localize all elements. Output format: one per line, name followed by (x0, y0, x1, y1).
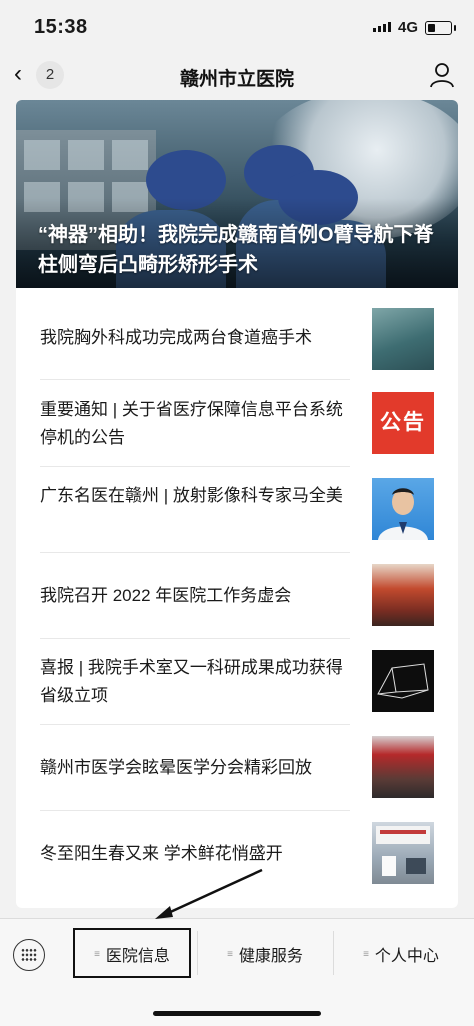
article-thumbnail (372, 822, 434, 884)
article-thumbnail (372, 564, 434, 626)
hero-banner[interactable]: “神器”相助！我院完成赣南首例O臂导航下脊柱侧弯后凸畸形矫形手术 (16, 100, 458, 288)
article-thumbnail (372, 478, 434, 540)
doctor-portrait-icon (378, 488, 428, 540)
divider (40, 810, 350, 811)
menu-label: 个人中心 (374, 948, 439, 965)
menu-health-service[interactable]: ≡ 健康服务 (198, 919, 332, 989)
article-title: 冬至阳生春又来 学术鲜花悄盛开 (40, 844, 283, 863)
article-title: 我院召开 2022 年医院工作务虚会 (40, 586, 292, 605)
keyboard-toggle-icon[interactable] (13, 939, 45, 971)
article-thumbnail: 公告 (372, 392, 434, 454)
article-title: 喜报 | 我院手术室又一科研成果成功获得省级立项 (40, 658, 343, 705)
article-thumbnail (372, 736, 434, 798)
article-title: 广东名医在赣州 | 放射影像科专家马全美 (40, 486, 343, 505)
divider (40, 466, 350, 467)
menu-list-icon: ≡ (363, 948, 369, 960)
menu-list-icon: ≡ (227, 948, 233, 960)
signal-icon (373, 22, 391, 32)
nav-bar: ‹ 2 赣州市立医院 (0, 54, 474, 98)
menu-label: 健康服务 (238, 948, 303, 965)
hero-caption: “神器”相助！我院完成赣南首例O臂导航下脊柱侧弯后凸畸形矫形手术 (38, 224, 434, 276)
article-card: “神器”相助！我院完成赣南首例O臂导航下脊柱侧弯后凸畸形矫形手术 我院胸外科成功… (16, 100, 458, 908)
user-profile-icon[interactable] (430, 62, 454, 88)
divider (40, 379, 350, 380)
status-bar: 15:38 4G (0, 0, 474, 54)
home-indicator[interactable] (153, 1011, 321, 1016)
lecture-scene-icon (376, 826, 430, 876)
divider (40, 724, 350, 725)
divider (40, 638, 350, 639)
menu-personal-center[interactable]: ≡ 个人中心 (334, 919, 468, 989)
bottom-menu-bar: ≡ 医院信息 ≡ 健康服务 ≡ 个人中心 (0, 918, 474, 1026)
article-thumbnail (372, 650, 434, 712)
network-type: 4G (398, 19, 419, 36)
status-time: 15:38 (34, 16, 88, 38)
article-title: 赣州市医学会眩晕医学分会精彩回放 (40, 758, 312, 777)
article-thumbnail (372, 308, 434, 370)
highlight-box (73, 928, 191, 978)
article-title: 重要通知 | 关于省医疗保障信息平台系统停机的公告 (40, 400, 343, 447)
device-outline-icon (377, 663, 429, 699)
article-title: 我院胸外科成功完成两台食道癌手术 (40, 328, 312, 347)
divider (40, 552, 350, 553)
page-title: 赣州市立医院 (179, 69, 294, 90)
battery-icon (425, 21, 456, 35)
